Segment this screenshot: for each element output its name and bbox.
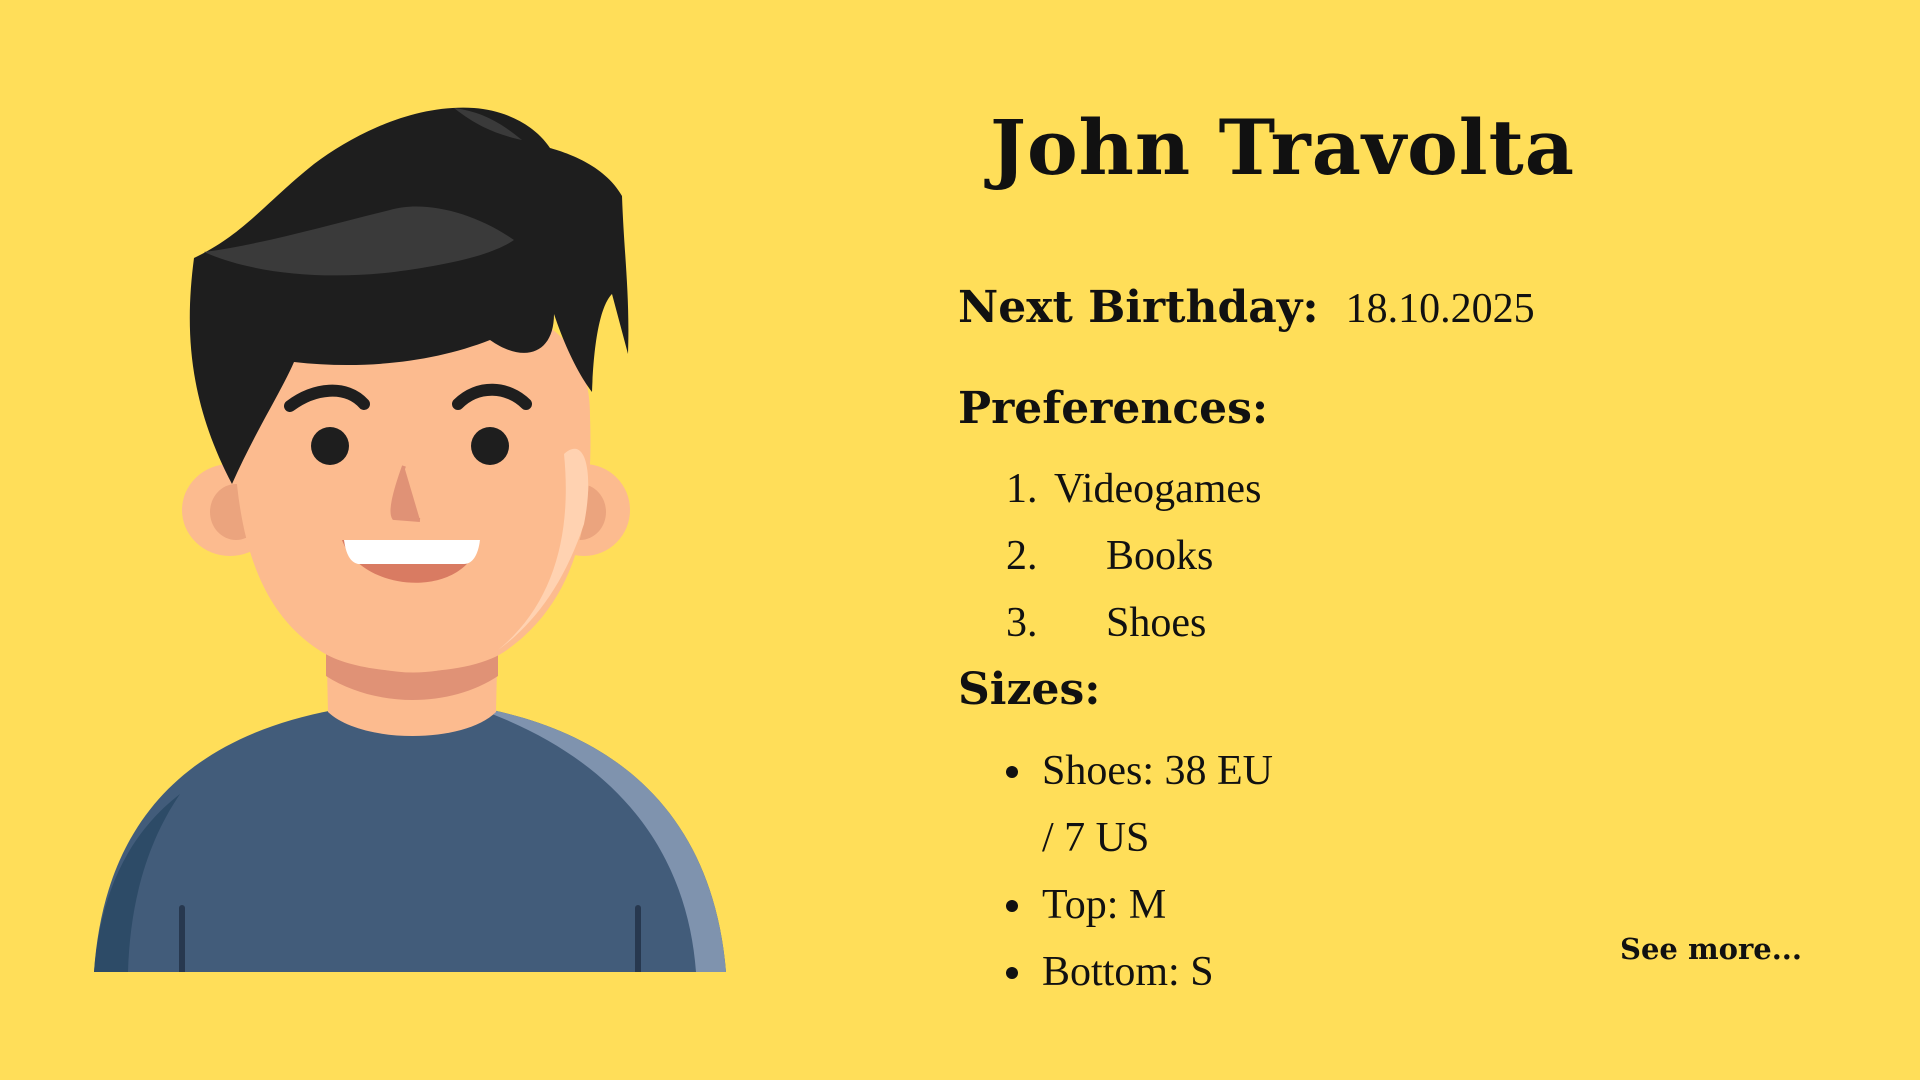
size-text: Bottom: S: [1042, 949, 1214, 995]
shirt-shape: [94, 710, 726, 972]
preference-text: Videogames: [1054, 466, 1262, 512]
avatar-illustration: [94, 107, 726, 972]
sizes-heading: Sizes:: [958, 664, 1101, 715]
birthday-label: Next Birthday:: [958, 282, 1319, 333]
preferences-list: 1. Videogames 2. Books 3. Shoes: [958, 461, 1261, 662]
preference-number: 2.: [1006, 533, 1038, 579]
sizes-list: Shoes: 38 EU / 7 US Top: M Bottom: S: [958, 738, 1288, 1006]
see-more-link[interactable]: See more...: [1620, 932, 1802, 966]
list-item: Shoes: 38 EU / 7 US: [958, 738, 1288, 872]
preference-text: Shoes: [1106, 600, 1207, 646]
list-item: Bottom: S: [958, 939, 1288, 1006]
bullet-icon: [1006, 766, 1018, 778]
list-item: 3. Shoes: [958, 595, 1261, 662]
birthday-row: Next Birthday: 18.10.2025: [958, 282, 1535, 333]
preference-text: Books: [1106, 533, 1214, 579]
list-item: 2. Books: [958, 528, 1261, 595]
size-text: Shoes: 38 EU / 7 US: [1042, 748, 1273, 861]
size-text: Top: M: [1042, 882, 1167, 928]
bullet-icon: [1006, 967, 1018, 979]
list-item: 1. Videogames: [958, 461, 1261, 528]
preference-number: 3.: [1006, 600, 1038, 646]
profile-panel: John Travolta Next Birthday: 18.10.2025 …: [958, 0, 1818, 1080]
bullet-icon: [1006, 900, 1018, 912]
preference-number: 1.: [1006, 466, 1038, 512]
profile-name: John Travolta: [990, 103, 1576, 192]
birthday-value: 18.10.2025: [1345, 286, 1535, 332]
list-item: Top: M: [958, 872, 1288, 939]
preferences-heading: Preferences:: [958, 383, 1269, 434]
